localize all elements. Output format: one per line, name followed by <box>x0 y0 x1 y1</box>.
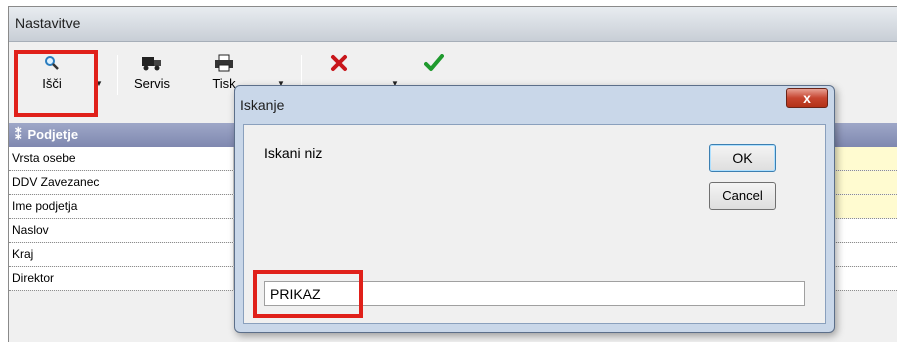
service-button-label: Servis <box>133 76 171 91</box>
search-input-highlight <box>253 270 363 318</box>
green-check-icon <box>419 52 449 74</box>
grid-row-label: Direktor <box>9 267 234 290</box>
toolbar-separator <box>117 55 118 95</box>
grid-row-label: Kraj <box>9 243 234 266</box>
search-prompt-label: Iskani niz <box>264 145 323 161</box>
close-icon: x <box>803 90 811 106</box>
service-button[interactable]: Servis <box>123 52 181 96</box>
dialog-title: Iskanje <box>240 97 285 113</box>
grid-row-label: Ime podjetja <box>9 195 234 218</box>
printer-icon <box>205 52 243 74</box>
ok-button[interactable]: OK <box>709 144 776 172</box>
truck-icon <box>123 52 181 74</box>
collapse-icon: ⁑ <box>15 127 22 142</box>
grid-row-label: Vrsta osebe <box>9 147 234 170</box>
window-title: Nastavitve <box>9 7 897 42</box>
grid-category-label: Podjetje <box>27 127 79 142</box>
cancel-button[interactable]: Cancel <box>709 182 776 210</box>
search-button-highlight <box>14 50 98 117</box>
grid-row-label: Naslov <box>9 219 234 242</box>
grid-row-label: DDV Zavezanec <box>9 171 234 194</box>
close-button[interactable]: x <box>786 88 828 108</box>
red-x-icon <box>324 52 354 74</box>
